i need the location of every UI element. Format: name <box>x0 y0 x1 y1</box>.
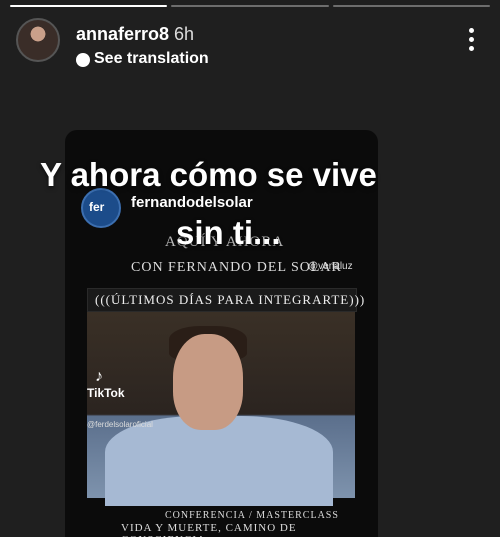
story-header: annaferro8 6h See translation <box>16 18 488 68</box>
avatar[interactable] <box>16 18 60 62</box>
progress-segment <box>332 5 490 7</box>
video-banner-text: (((ÚLTIMOS DÍAS PARA INTEGRARTE))) <box>95 292 366 307</box>
username[interactable]: annaferro8 <box>76 24 169 45</box>
see-translation-button[interactable]: See translation <box>94 50 209 68</box>
video-account-avatar: fer <box>81 188 121 228</box>
progress-segment <box>171 5 329 7</box>
video-conference-text: CONFERENCIA / MASTERCLASS <box>165 510 339 521</box>
story-caption-line1: Y ahora cómo se vive <box>40 156 377 193</box>
translate-icon <box>76 53 90 67</box>
story-caption-line2: sin ti... <box>176 214 281 251</box>
story-progress-bar <box>10 5 490 7</box>
more-vertical-icon[interactable] <box>468 28 474 54</box>
video-person-face <box>173 334 243 430</box>
progress-segment <box>10 5 168 7</box>
tiktok-label: TikTok <box>87 386 125 400</box>
video-subtitle-text: VIDA Y MUERTE, CAMINO DE CONSCIENCIA <box>121 522 297 537</box>
tiktok-icon: ♪ <box>95 368 103 385</box>
video-avatar-text: fer <box>89 200 105 214</box>
video-handle: @venaluz <box>308 261 353 272</box>
video-account-name: fernandodelsolar <box>131 194 253 211</box>
post-time: 6h <box>174 24 195 44</box>
tiktok-handle: @ferdelsolaroficial <box>87 420 153 429</box>
